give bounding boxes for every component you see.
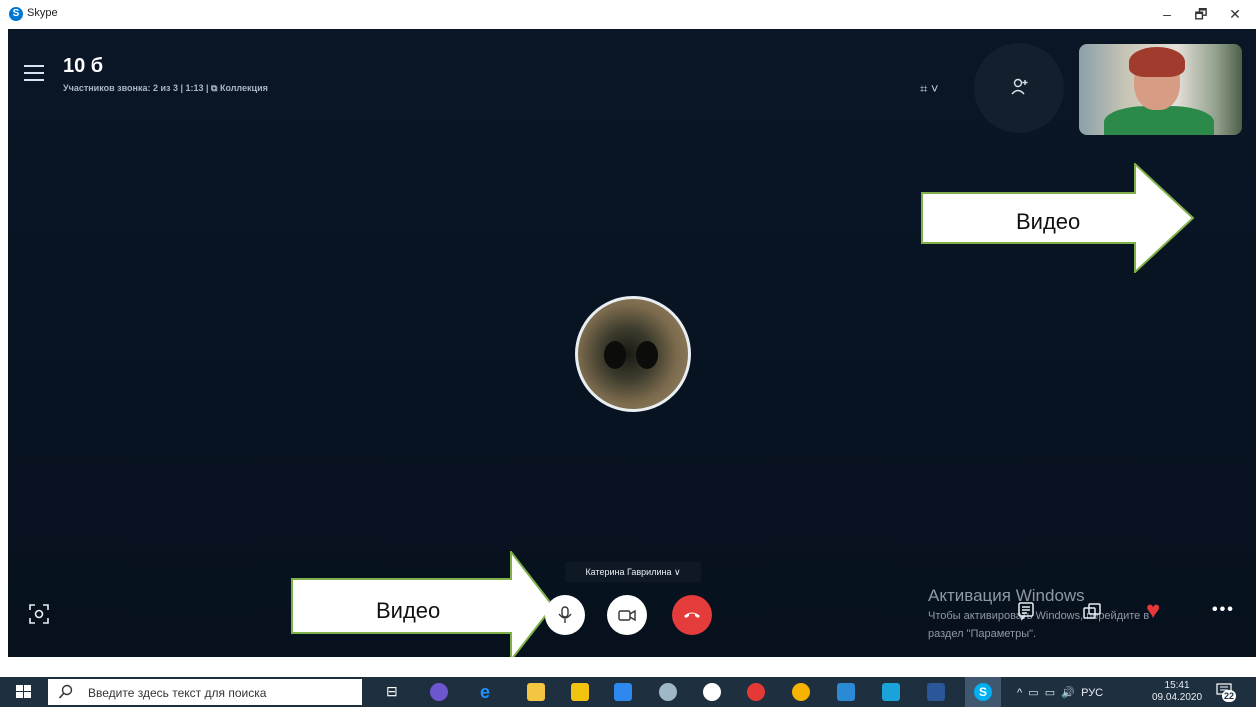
annotation-label-top: Видео [1016,209,1081,234]
yandex-icon[interactable] [747,683,765,701]
minimize-button[interactable]: – [1152,4,1182,24]
share-screen-icon[interactable] [1082,601,1102,626]
end-call-button[interactable] [672,595,712,635]
camera-button[interactable] [607,595,647,635]
chrome-icon[interactable] [792,683,810,701]
language-indicator[interactable]: РУС [1081,687,1103,699]
window-title: Skype [27,7,58,19]
windows-activation-watermark: Активация Windows Чтобы активировать Win… [928,586,1149,642]
add-participant-button[interactable] [974,43,1064,133]
search-icon [58,684,73,699]
outlook-icon[interactable] [837,683,855,701]
skype-logo-icon: S [9,7,23,21]
taskbar-search-box[interactable]: Введите здесь текст для поиска [48,679,362,705]
annotation-label-bottom: Видео [376,598,441,623]
clock-date: 09.04.2020 [1152,692,1203,703]
watermark-title: Активация Windows [928,586,1085,605]
mail-icon[interactable] [614,683,632,701]
alice-assistant-icon[interactable] [430,683,448,701]
start-button-icon[interactable] [16,685,32,699]
microphone-icon [558,606,572,623]
video-camera-icon [618,609,636,622]
reaction-heart-icon[interactable]: ♥ [1146,597,1160,625]
paint-icon[interactable] [659,683,677,701]
skype-taskbar-icon: S [974,683,992,701]
notification-count-badge: 22 [1222,690,1236,702]
yandex-browser-icon[interactable] [703,683,721,701]
more-options-icon[interactable]: ••• [1212,601,1235,619]
chat-icon[interactable] [1016,601,1036,626]
maximize-button[interactable]: 🗗 [1186,4,1216,24]
self-video-hair [1129,47,1185,77]
word-icon[interactable] [927,683,945,701]
avatar-detail-left [604,341,626,369]
photos-icon[interactable] [882,683,900,701]
caller-name-dropdown[interactable]: Катерина Гаврилина ∨ [565,562,701,582]
watermark-line-2: Чтобы активировать Windows, перейдите в [928,610,1150,622]
remote-participant-avatar [575,296,691,412]
call-participants-info: Участников звонка: 2 из 3 | 1:13 | ⧉ Кол… [63,83,268,93]
screenshot-icon[interactable] [28,603,50,630]
taskbar-clock[interactable]: 15:41 09.04.2020 [1152,680,1202,704]
hang-up-icon [684,612,700,618]
windows-taskbar: Введите здесь текст для поиска ⊟ e S ^ ▭… [0,677,1256,707]
task-view-icon[interactable]: ⊟ [386,683,404,701]
clock-time: 15:41 [1164,680,1190,691]
avatar-detail-right [636,341,658,369]
layout-toggle-icon[interactable]: ⌗ ˅ [920,81,939,97]
edge-browser-icon[interactable]: e [480,683,498,701]
close-button[interactable]: ✕ [1220,4,1250,24]
microphone-button[interactable] [545,595,585,635]
hamburger-menu-icon[interactable] [24,65,44,81]
self-video-body [1104,106,1214,135]
self-video-preview[interactable] [1079,44,1242,135]
watermark-line-3: раздел "Параметры". [928,628,1037,640]
store-icon[interactable] [571,683,589,701]
action-center-icon[interactable]: 22 [1216,683,1236,702]
search-placeholder: Введите здесь текст для поиска [88,686,267,700]
skype-taskbar-button[interactable]: S [965,677,1001,707]
title-bar: S Skype – 🗗 ✕ [0,0,1256,29]
add-person-icon [1011,78,1028,95]
system-tray[interactable]: ^ ▭ ▭ 🔊 РУС [1017,686,1103,699]
call-stage: 10 б Участников звонка: 2 из 3 | 1:13 | … [8,29,1256,657]
call-title: 10 б [63,55,104,77]
file-explorer-icon[interactable] [527,683,545,701]
